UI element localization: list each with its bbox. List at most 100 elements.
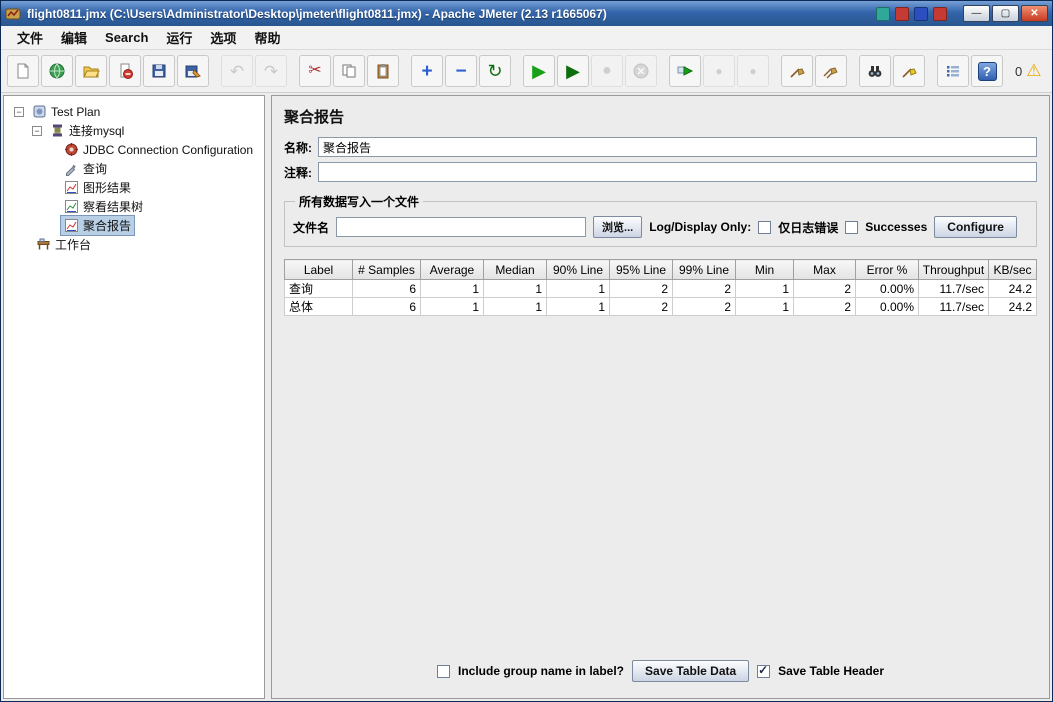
- start-button[interactable]: ▶: [523, 55, 555, 87]
- function-helper-button[interactable]: [937, 55, 969, 87]
- table-row[interactable]: 总体 6 1 1 1 2 2 1 2 0.00% 11.7/sec 24.2: [284, 297, 1037, 316]
- clear-all-button[interactable]: [815, 55, 847, 87]
- menu-options[interactable]: 选项: [202, 26, 244, 49]
- tree-item-aggregate-report[interactable]: 聚合报告: [8, 215, 260, 236]
- tree-item-jdbc-config[interactable]: JDBC Connection Configuration: [8, 140, 260, 159]
- help-button[interactable]: ?: [971, 55, 1003, 87]
- close-file-button[interactable]: [109, 55, 141, 87]
- stop-button[interactable]: ●: [591, 55, 623, 87]
- column-header[interactable]: 90% Line: [546, 259, 610, 280]
- column-header[interactable]: Throughput: [918, 259, 989, 280]
- column-header[interactable]: # Samples: [352, 259, 421, 280]
- search-button[interactable]: [859, 55, 891, 87]
- save-icon: [152, 64, 166, 78]
- menu-search[interactable]: Search: [97, 28, 156, 47]
- toggle-button[interactable]: ↻: [479, 55, 511, 87]
- cell: 11.7/sec: [918, 279, 989, 298]
- search-reset-button[interactable]: [893, 55, 925, 87]
- templates-button[interactable]: [41, 55, 73, 87]
- new-file-button[interactable]: [7, 55, 39, 87]
- filename-label: 文件名: [293, 220, 330, 235]
- undo-icon: ↶: [229, 61, 245, 81]
- save-table-header-checkbox[interactable]: [757, 663, 771, 678]
- include-group-name-checkbox[interactable]: [436, 664, 450, 678]
- tree-item-label: 连接mysql: [69, 124, 125, 138]
- cell: 11.7/sec: [918, 297, 989, 316]
- cell: 总体: [284, 297, 353, 316]
- redo-button[interactable]: ↷: [255, 55, 287, 87]
- name-row: 名称:: [284, 137, 1037, 157]
- tree-item-label: 查询: [83, 162, 108, 176]
- close-button[interactable]: ✕: [1021, 5, 1048, 22]
- save-as-button[interactable]: [177, 55, 209, 87]
- clear-button[interactable]: [781, 55, 813, 87]
- view-results-tree-icon: [65, 200, 78, 213]
- toolbar-group-clear: [781, 55, 847, 87]
- tree-item-thread-group[interactable]: − 连接mysql: [8, 121, 260, 140]
- copy-button[interactable]: [333, 55, 365, 87]
- cut-button[interactable]: ✂: [299, 55, 331, 87]
- save-table-data-button[interactable]: Save Table Data: [632, 660, 750, 682]
- table-row[interactable]: 查询 6 1 1 1 2 2 1 2 0.00% 11.7/sec 24.2: [284, 279, 1037, 298]
- cell: 2: [609, 279, 673, 298]
- cell: 6: [352, 279, 421, 298]
- paste-button[interactable]: [367, 55, 399, 87]
- undo-button[interactable]: ↶: [221, 55, 253, 87]
- minimize-button[interactable]: —: [963, 5, 990, 22]
- function-helper-icon: [947, 66, 959, 77]
- column-header[interactable]: 95% Line: [609, 259, 673, 280]
- open-file-button[interactable]: [75, 55, 107, 87]
- menu-file[interactable]: 文件: [9, 26, 51, 49]
- cell: 查询: [284, 279, 353, 298]
- shutdown-button[interactable]: [625, 55, 657, 87]
- tree-item-label: Test Plan: [51, 104, 101, 119]
- column-header[interactable]: Max: [793, 259, 856, 280]
- filename-input[interactable]: [336, 217, 587, 237]
- jdbc-config-icon: [65, 143, 78, 156]
- column-header[interactable]: Error %: [855, 259, 919, 280]
- tree-item-workbench[interactable]: 工作台: [8, 235, 260, 254]
- column-header[interactable]: Min: [735, 259, 794, 280]
- collapse-toggle-icon[interactable]: −: [32, 125, 42, 136]
- test-plan-icon: [33, 105, 46, 118]
- errors-only-checkbox[interactable]: [758, 220, 772, 234]
- start-no-pauses-button[interactable]: ▶: [557, 55, 589, 87]
- maximize-button[interactable]: ▢: [992, 5, 1019, 22]
- tree-item-view-results-tree[interactable]: 察看结果树: [8, 197, 260, 216]
- browse-button[interactable]: 浏览...: [593, 216, 643, 238]
- collapse-all-button[interactable]: −: [445, 55, 477, 87]
- expand-all-button[interactable]: +: [411, 55, 443, 87]
- aggregate-report-panel: 聚合报告 名称: 注释: 所有数据写入一个文件 文件名 浏览... Log/Di…: [271, 95, 1050, 699]
- column-header[interactable]: Average: [420, 259, 484, 280]
- tree-node-selected: 聚合报告: [60, 215, 136, 236]
- collapse-toggle-icon[interactable]: −: [14, 106, 24, 117]
- cell: 24.2: [988, 297, 1037, 316]
- start-icon: ▶: [532, 61, 546, 81]
- name-input[interactable]: [318, 137, 1037, 157]
- menu-help[interactable]: 帮助: [246, 26, 288, 49]
- comment-input[interactable]: [318, 162, 1037, 182]
- column-header[interactable]: Label: [284, 259, 353, 280]
- log-error-counter[interactable]: 0 ⚠: [1015, 61, 1047, 81]
- remote-shutdown-all-button[interactable]: ●: [737, 55, 769, 87]
- remote-stop-all-button[interactable]: ●: [703, 55, 735, 87]
- tree-item-graph-results[interactable]: 图形结果: [8, 178, 260, 197]
- tree-node: JDBC Connection Configuration: [60, 140, 257, 159]
- column-header[interactable]: KB/sec: [988, 259, 1037, 280]
- configure-button[interactable]: Configure: [934, 216, 1017, 238]
- column-header[interactable]: Median: [483, 259, 547, 280]
- column-header[interactable]: 99% Line: [672, 259, 736, 280]
- tree-item-test-plan[interactable]: − Test Plan: [8, 102, 260, 121]
- cell: 0.00%: [855, 279, 919, 298]
- menu-run[interactable]: 运行: [158, 26, 200, 49]
- shutdown-icon: [633, 63, 649, 79]
- menu-edit[interactable]: 编辑: [53, 26, 95, 49]
- remote-start-all-button[interactable]: [669, 55, 701, 87]
- tree-item-jdbc-request[interactable]: 查询: [8, 159, 260, 178]
- cell: 1: [483, 279, 547, 298]
- toolbar-group-expand: + − ↻: [411, 55, 511, 87]
- successes-checkbox[interactable]: [845, 220, 859, 234]
- titlebar-badges: [876, 6, 947, 21]
- save-button[interactable]: [143, 55, 175, 87]
- toolbar-group-file: [7, 55, 209, 87]
